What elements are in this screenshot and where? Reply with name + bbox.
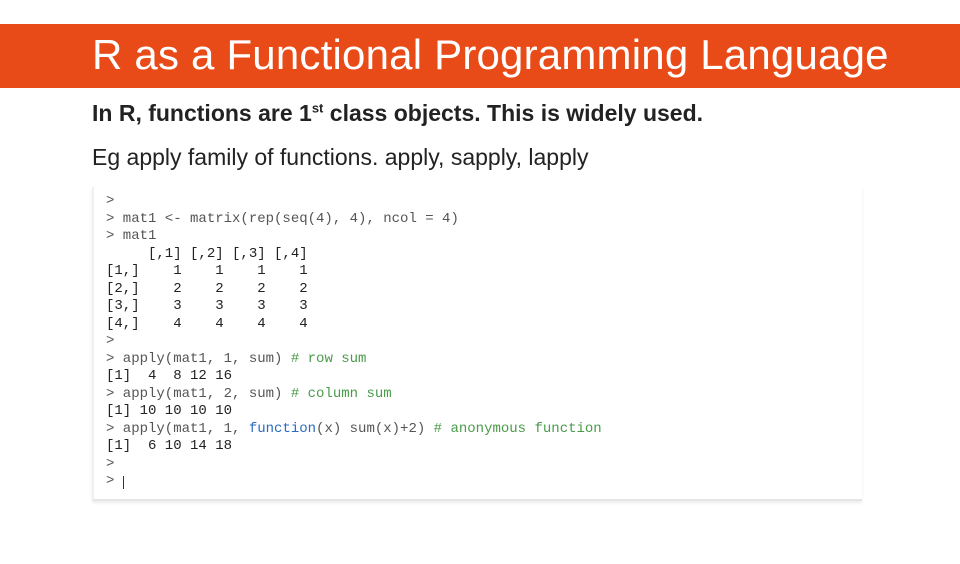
code-panel: > > mat1 <- matrix(rep(seq(4), 4), ncol … [92, 187, 862, 501]
example-line: Eg apply family of functions. apply, sap… [92, 141, 900, 173]
slide-body: In R, functions are 1st class objects. T… [0, 88, 960, 501]
subheading: In R, functions are 1st class objects. T… [92, 100, 900, 127]
code-block: > > mat1 <- matrix(rep(seq(4), 4), ncol … [106, 193, 850, 491]
slide-title-bar: R as a Functional Programming Language [0, 24, 960, 88]
subheading-text-end: class objects. This is widely used. [323, 100, 703, 126]
subheading-text-start: In R, functions are 1 [92, 100, 312, 126]
subheading-super: st [312, 100, 324, 115]
slide-title: R as a Functional Programming Language [92, 26, 960, 84]
